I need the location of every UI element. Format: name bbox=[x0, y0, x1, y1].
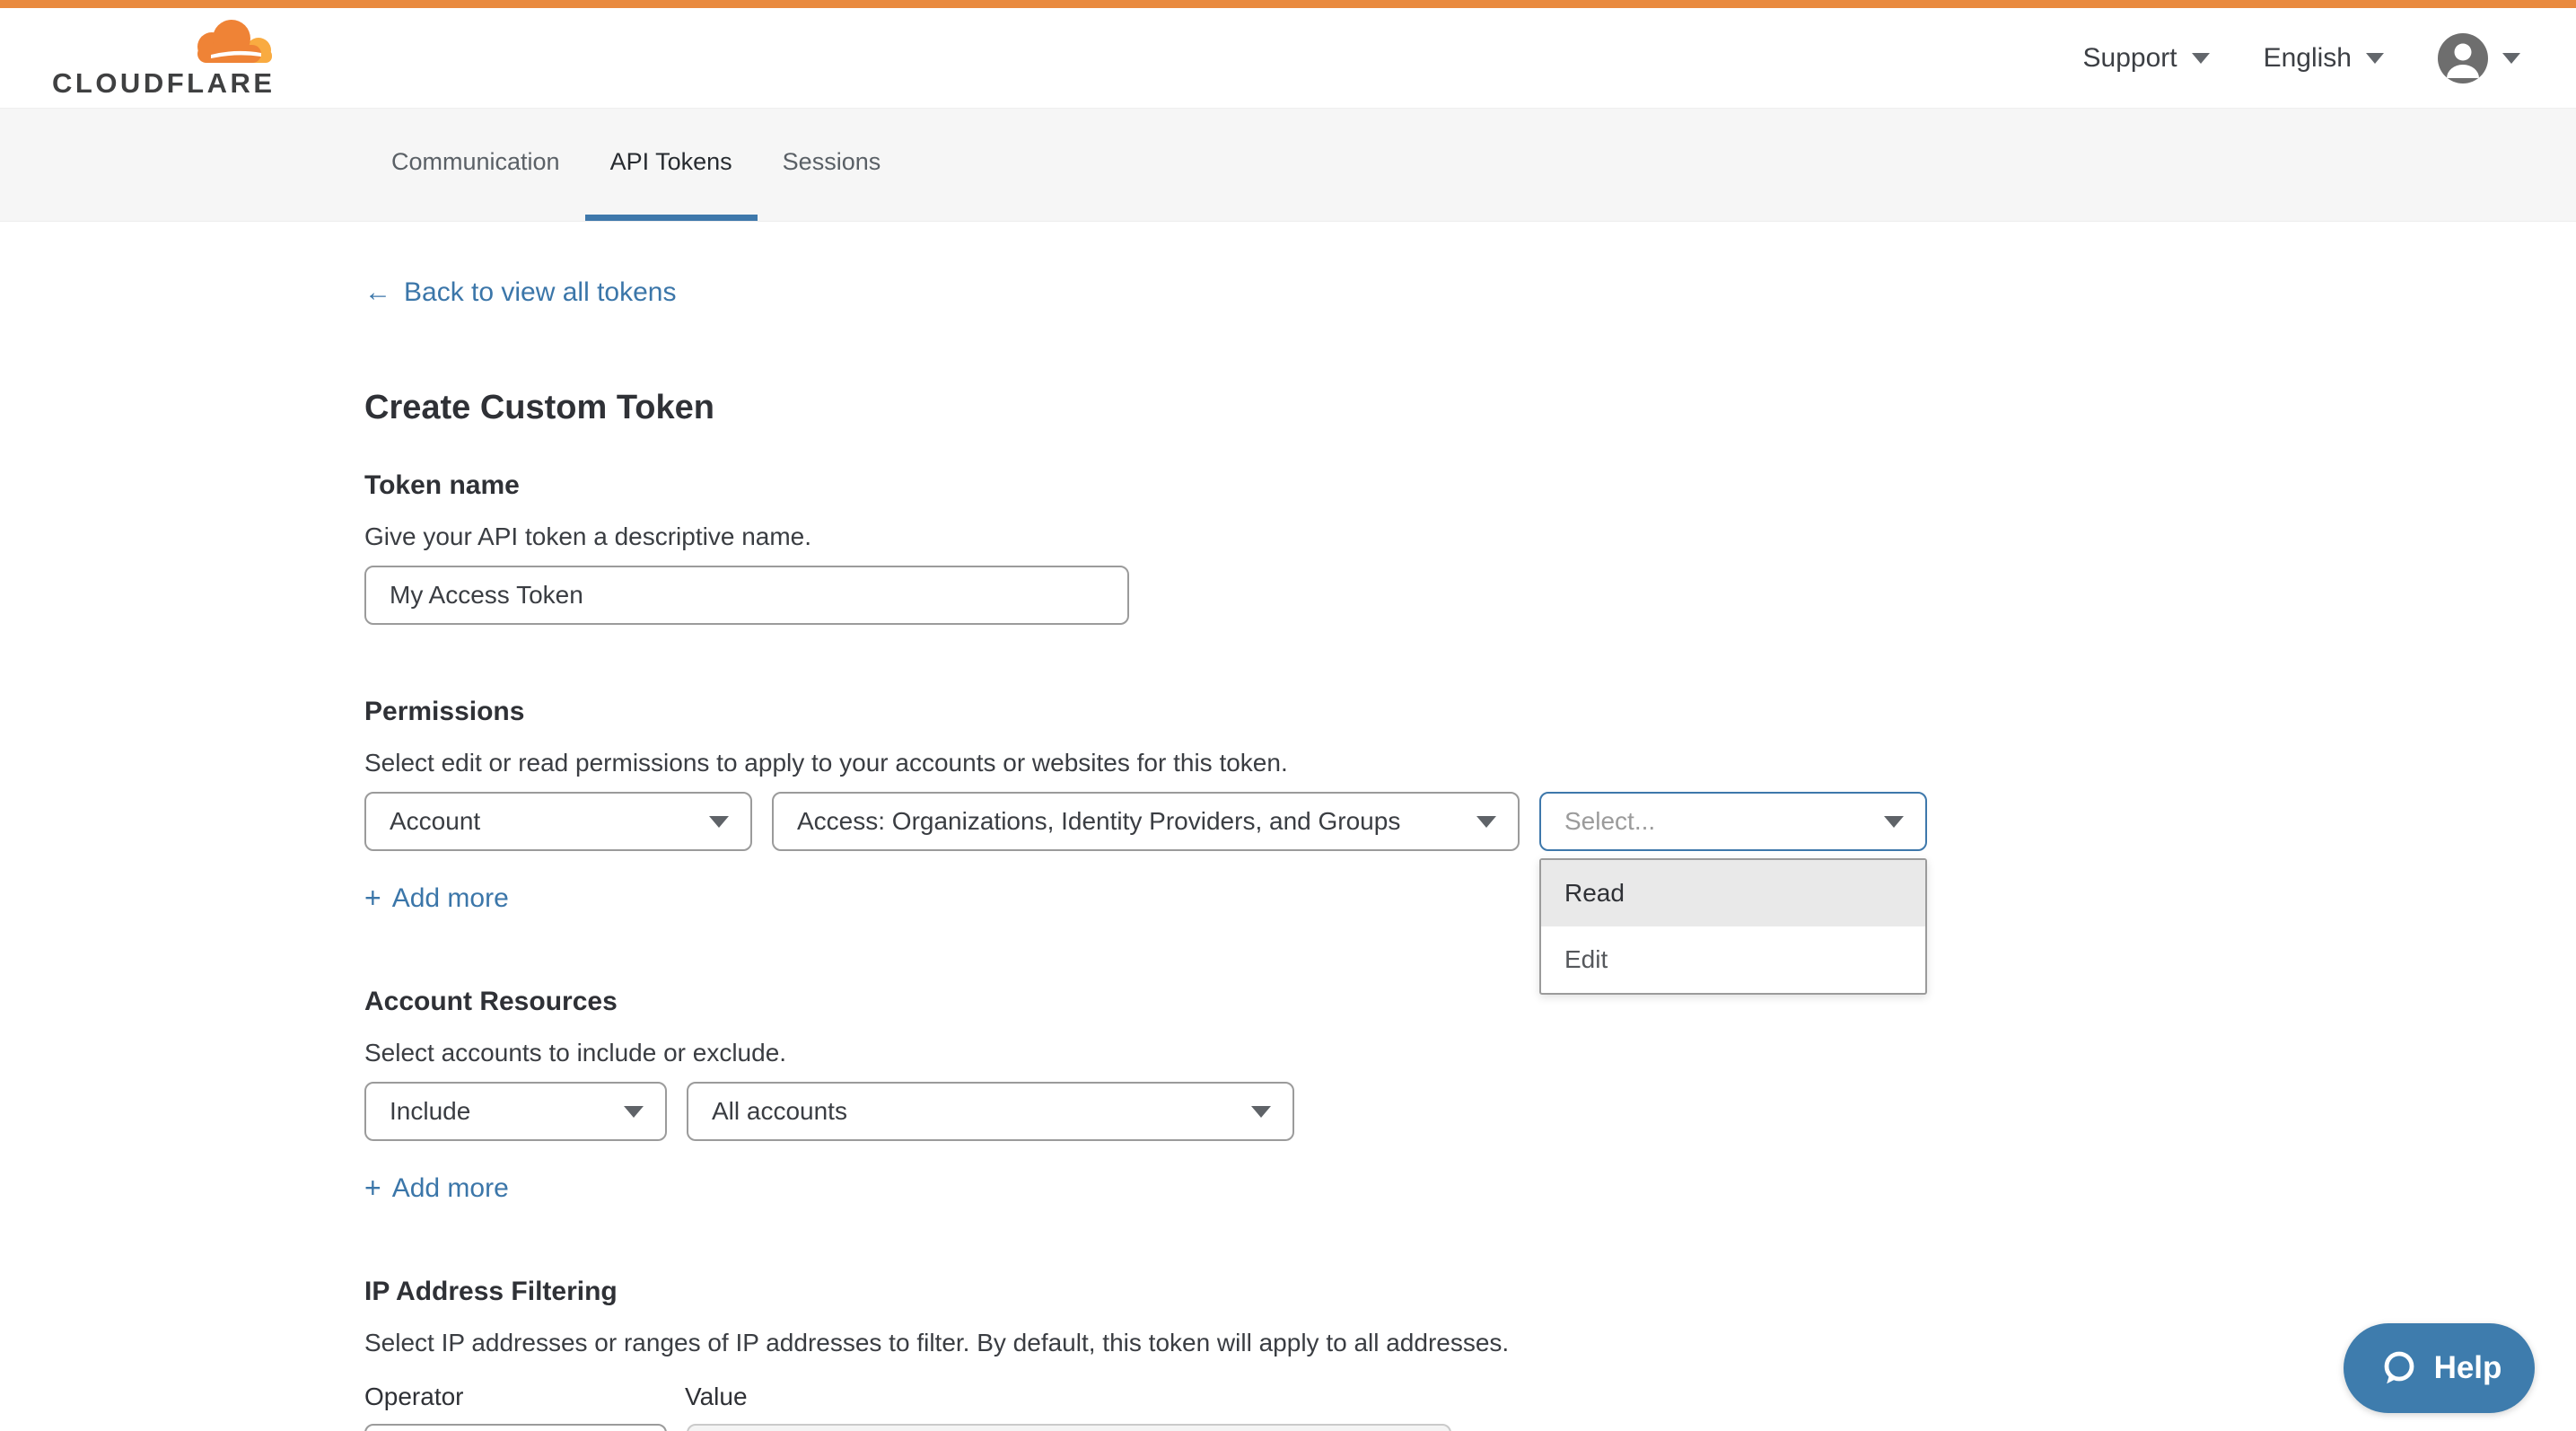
permission-item-value: Access: Organizations, Identity Provider… bbox=[797, 807, 1400, 836]
tab-bar: Communication API Tokens Sessions bbox=[0, 109, 2576, 222]
resource-mode-select[interactable]: Include bbox=[364, 1082, 667, 1141]
account-resources-section: Account Resources Select accounts to inc… bbox=[364, 987, 2576, 1205]
resource-target-value: All accounts bbox=[712, 1097, 847, 1126]
account-resources-heading: Account Resources bbox=[364, 987, 2576, 1017]
plus-icon: + bbox=[364, 882, 381, 915]
menu-option-read[interactable]: Read bbox=[1541, 860, 1925, 926]
token-name-input[interactable] bbox=[364, 566, 1129, 625]
account-resources-add-more-link[interactable]: + Add more bbox=[364, 1172, 509, 1205]
page: CLOUDFLARE Support English bbox=[0, 0, 2576, 1431]
chevron-down-icon bbox=[2366, 53, 2384, 64]
ip-operator-select[interactable]: Select... bbox=[364, 1424, 667, 1431]
permission-level-placeholder: Select... bbox=[1564, 807, 1655, 836]
chevron-down-icon bbox=[709, 816, 729, 828]
value-label: Value bbox=[685, 1383, 1918, 1411]
header: CLOUDFLARE Support English bbox=[0, 8, 2576, 109]
back-link-label: Back to view all tokens bbox=[404, 277, 676, 308]
ip-value-input[interactable] bbox=[687, 1424, 1451, 1431]
permission-level-select[interactable]: Select... Read Edit bbox=[1539, 792, 1927, 851]
permissions-add-more-link[interactable]: + Add more bbox=[364, 882, 509, 915]
support-menu[interactable]: Support bbox=[2083, 43, 2210, 74]
user-icon bbox=[2438, 33, 2488, 83]
chevron-down-icon bbox=[1251, 1106, 1271, 1118]
chat-bubble-icon bbox=[2377, 1347, 2420, 1390]
permission-item-select[interactable]: Access: Organizations, Identity Provider… bbox=[772, 792, 1520, 851]
ip-filtering-heading: IP Address Filtering bbox=[364, 1277, 2576, 1307]
chevron-down-icon bbox=[2502, 53, 2520, 64]
permission-scope-value: Account bbox=[390, 807, 480, 836]
permissions-heading: Permissions bbox=[364, 697, 2576, 727]
brand-accent-bar bbox=[0, 0, 2576, 8]
tab-api-tokens[interactable]: API Tokens bbox=[585, 109, 758, 221]
permissions-description: Select edit or read permissions to apply… bbox=[364, 749, 2576, 777]
chevron-down-icon bbox=[624, 1106, 644, 1118]
chevron-down-icon bbox=[1476, 816, 1496, 828]
plus-icon: + bbox=[364, 1172, 381, 1205]
language-menu[interactable]: English bbox=[2264, 43, 2384, 74]
account-menu[interactable] bbox=[2438, 33, 2520, 83]
chevron-down-icon bbox=[1884, 816, 1904, 828]
avatar bbox=[2438, 33, 2488, 83]
language-label: English bbox=[2264, 43, 2352, 74]
left-arrow-icon: ← bbox=[364, 277, 391, 308]
chevron-down-icon bbox=[2192, 53, 2210, 64]
add-more-label: Add more bbox=[392, 1173, 509, 1204]
back-to-tokens-link[interactable]: ← Back to view all tokens bbox=[364, 277, 676, 308]
cloudflare-logo[interactable]: CLOUDFLARE bbox=[52, 17, 276, 100]
tab-communication[interactable]: Communication bbox=[366, 109, 585, 221]
support-label: Support bbox=[2083, 43, 2177, 74]
help-button-label: Help bbox=[2434, 1350, 2502, 1386]
token-name-section: Token name Give your API token a descrip… bbox=[364, 470, 2576, 625]
resource-target-select[interactable]: All accounts bbox=[687, 1082, 1294, 1141]
header-nav: Support English bbox=[2083, 33, 2520, 83]
account-resources-description: Select accounts to include or exclude. bbox=[364, 1039, 2576, 1067]
cloudflare-cloud-icon bbox=[179, 17, 276, 66]
resource-mode-value: Include bbox=[390, 1097, 470, 1126]
permissions-section: Permissions Select edit or read permissi… bbox=[364, 697, 2576, 915]
add-more-label: Add more bbox=[392, 883, 509, 914]
cloudflare-wordmark: CLOUDFLARE bbox=[52, 67, 276, 100]
operator-label: Operator bbox=[364, 1383, 667, 1411]
page-title: Create Custom Token bbox=[364, 389, 2576, 427]
help-button[interactable]: Help bbox=[2344, 1323, 2535, 1413]
ip-filtering-description: Select IP addresses or ranges of IP addr… bbox=[364, 1329, 2576, 1357]
permission-level-menu: Read Edit bbox=[1539, 858, 1927, 995]
token-name-description: Give your API token a descriptive name. bbox=[364, 522, 2576, 551]
main-content: ← Back to view all tokens Create Custom … bbox=[0, 222, 2576, 1431]
token-name-heading: Token name bbox=[364, 470, 2576, 501]
permission-scope-select[interactable]: Account bbox=[364, 792, 752, 851]
menu-option-edit[interactable]: Edit bbox=[1541, 926, 1925, 993]
ip-filtering-section: IP Address Filtering Select IP addresses… bbox=[364, 1277, 2576, 1431]
tab-sessions[interactable]: Sessions bbox=[758, 109, 907, 221]
